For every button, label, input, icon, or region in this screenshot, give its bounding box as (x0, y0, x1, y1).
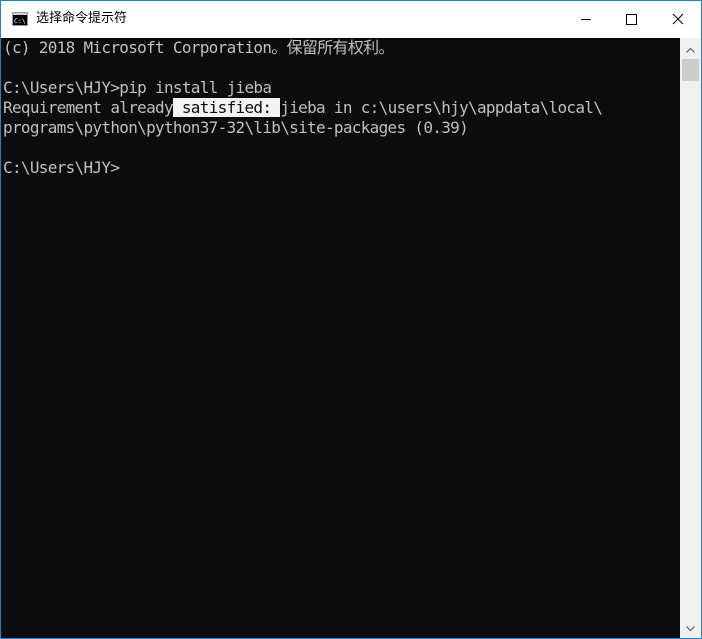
title-bar[interactable]: C:\ 选择命令提示符 (1, 1, 701, 38)
vertical-scrollbar[interactable] (680, 38, 701, 638)
chevron-up-icon (686, 40, 695, 58)
console-line: programs\python\python37-32\lib\site-pac… (3, 118, 469, 137)
console-line: Requirement already satisfied: jieba in … (3, 98, 603, 118)
close-button[interactable] (655, 1, 701, 38)
console-prompt-line: C:\Users\HJY> (3, 158, 120, 177)
console-line: C:\Users\HJY>pip install jieba (3, 78, 272, 97)
command-prompt-window: C:\ 选择命令提示符 (c) 2018 Microsoft Corporati… (0, 0, 702, 639)
window-controls (563, 1, 701, 38)
selected-text[interactable]: satisfied: (172, 98, 281, 117)
console-line: (c) 2018 Microsoft Corporation。保留所有权利。 (3, 38, 394, 57)
chevron-down-icon (686, 619, 695, 637)
maximize-button[interactable] (609, 1, 655, 38)
svg-text:C:\: C:\ (14, 17, 26, 25)
console-output[interactable]: (c) 2018 Microsoft Corporation。保留所有权利。 C… (1, 38, 680, 638)
console-text: jieba in c:\users\hjy\appdata\local\ (280, 98, 603, 117)
scroll-down-button[interactable] (680, 619, 701, 636)
minimize-button[interactable] (563, 1, 609, 38)
scrollbar-thumb[interactable] (682, 59, 699, 81)
window-title: 选择命令提示符 (36, 11, 128, 26)
scroll-up-button[interactable] (680, 40, 701, 57)
cmd-console-icon: C:\ (12, 11, 28, 27)
console-text: Requirement already (3, 98, 174, 117)
